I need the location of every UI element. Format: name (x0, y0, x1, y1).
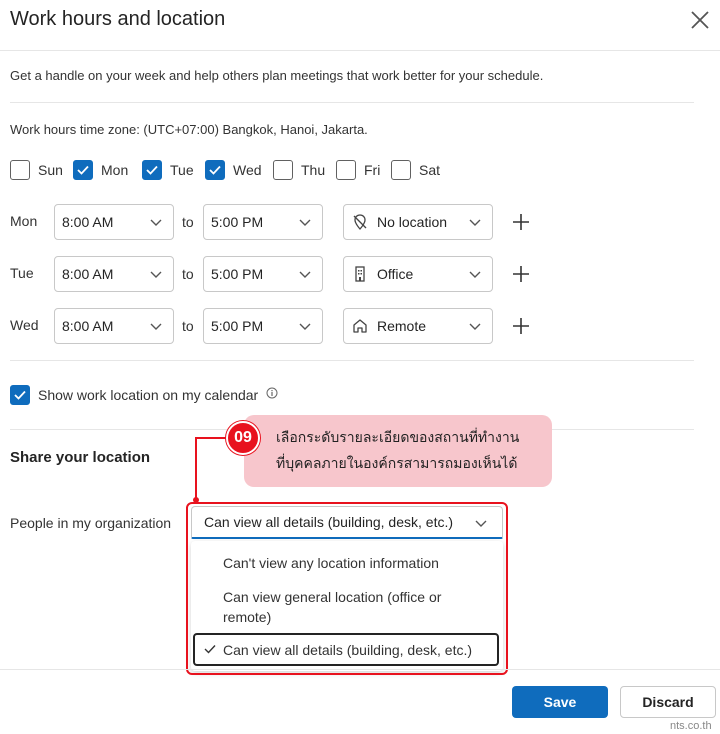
end-time-value: 5:00 PM (211, 318, 264, 334)
day-label: Mon (101, 162, 129, 178)
day-checkbox-sun[interactable]: Sun (10, 158, 63, 182)
chevron-down-icon (299, 271, 311, 278)
checkbox-checked[interactable] (142, 160, 162, 180)
add-icon[interactable] (511, 316, 531, 336)
chevron-down-icon (150, 271, 162, 278)
day-checkbox-tue[interactable]: Tue (142, 158, 194, 182)
row-day-label: Wed (10, 317, 39, 333)
dialog-title: Work hours and location (10, 8, 226, 30)
start-time-value: 8:00 AM (62, 214, 114, 230)
start-time-select[interactable]: 8:00 AM (54, 204, 174, 240)
start-time-value: 8:00 AM (62, 266, 114, 282)
end-time-value: 5:00 PM (211, 214, 264, 230)
day-checkbox-thu[interactable]: Thu (273, 158, 325, 182)
save-button[interactable]: Save (512, 686, 608, 718)
location-select[interactable]: No location (343, 204, 493, 240)
checkbox-checked[interactable] (10, 385, 30, 405)
divider (10, 360, 694, 361)
day-label: Sat (419, 162, 441, 178)
end-time-select[interactable]: 5:00 PM (203, 204, 323, 240)
to-label: to (182, 266, 194, 282)
checkbox[interactable] (391, 160, 411, 180)
checkbox[interactable] (273, 160, 293, 180)
start-time-value: 8:00 AM (62, 318, 114, 334)
chevron-down-icon (469, 323, 481, 330)
footer-divider (0, 669, 720, 670)
people-in-org-label: People in my organization (10, 515, 172, 531)
location-value: Office (377, 266, 414, 282)
checkbox-checked[interactable] (73, 160, 93, 180)
timezone-label: Work hours time zone: (UTC+07:00) Bangko… (10, 122, 368, 137)
row-day-label: Mon (10, 213, 38, 229)
watermark: nts.co.th (670, 720, 712, 732)
checkbox[interactable] (10, 160, 30, 180)
day-label: Fri (364, 162, 381, 178)
info-icon[interactable] (266, 386, 278, 404)
day-checkbox-sat[interactable]: Sat (391, 158, 440, 182)
chevron-down-icon (299, 219, 311, 226)
divider (10, 102, 694, 103)
building-icon (351, 265, 369, 283)
to-label: to (182, 318, 194, 334)
location-select[interactable]: Remote (343, 308, 493, 344)
chevron-down-icon (150, 323, 162, 330)
to-label: to (182, 214, 194, 230)
show-location-checkbox[interactable]: Show work location on my calendar (10, 385, 278, 405)
chevron-down-icon (299, 323, 311, 330)
end-time-select[interactable]: 5:00 PM (203, 256, 323, 292)
location-select[interactable]: Office (343, 256, 493, 292)
chevron-down-icon (150, 219, 162, 226)
day-label: Sun (38, 162, 63, 178)
annotation-line-2: ที่บุคคลภายในองค์กรสามารถมองเห็นได้ (276, 456, 518, 472)
add-icon[interactable] (511, 212, 531, 232)
day-checkbox-mon[interactable]: Mon (73, 158, 128, 182)
annotation-callout: เลือกระดับรายละเอียดของสถานที่ทำงาน ที่บ… (244, 415, 552, 487)
dialog-description: Get a handle on your week and help other… (10, 68, 544, 83)
location-value: No location (377, 214, 448, 230)
day-checkbox-fri[interactable]: Fri (336, 158, 380, 182)
location-value: Remote (377, 318, 427, 334)
chevron-down-icon (469, 219, 481, 226)
chevron-down-icon (469, 271, 481, 278)
day-label: Wed (233, 162, 262, 178)
show-location-label: Show work location on my calendar (38, 387, 259, 403)
checkbox[interactable] (336, 160, 356, 180)
day-checkbox-wed[interactable]: Wed (205, 158, 262, 182)
discard-button[interactable]: Discard (620, 686, 716, 718)
home-icon (351, 317, 369, 335)
day-label: Thu (301, 162, 326, 178)
step-badge: 09 (226, 421, 260, 455)
end-time-select[interactable]: 5:00 PM (203, 308, 323, 344)
share-location-heading: Share your location (10, 449, 151, 466)
start-time-select[interactable]: 8:00 AM (54, 256, 174, 292)
annotation-connector (193, 437, 226, 503)
start-time-select[interactable]: 8:00 AM (54, 308, 174, 344)
no-location-icon (351, 213, 369, 231)
close-icon[interactable] (688, 8, 712, 32)
annotation-highlight-frame (186, 502, 508, 675)
end-time-value: 5:00 PM (211, 266, 264, 282)
day-label: Tue (170, 162, 194, 178)
row-day-label: Tue (10, 265, 34, 281)
checkbox-checked[interactable] (205, 160, 225, 180)
header-divider (0, 50, 720, 51)
add-icon[interactable] (511, 264, 531, 284)
annotation-line-1: เลือกระดับรายละเอียดของสถานที่ทำงาน (276, 430, 520, 446)
